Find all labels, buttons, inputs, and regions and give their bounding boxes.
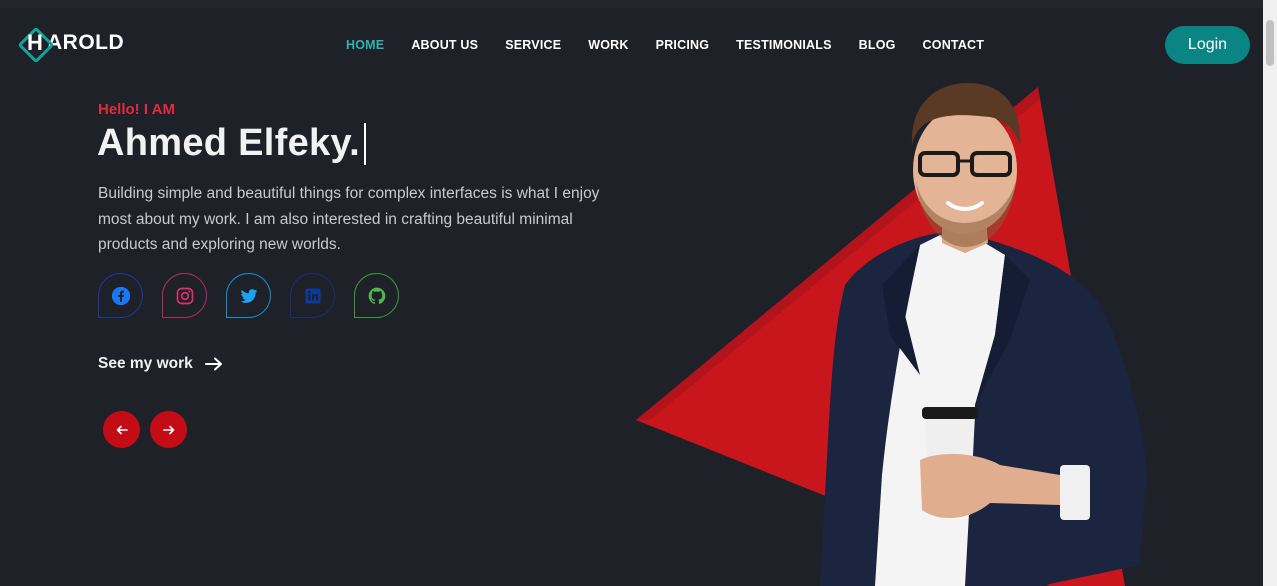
next-slide-button[interactable]: [150, 411, 187, 448]
nav-home[interactable]: HOME: [332, 38, 397, 52]
main-nav: HOME ABOUT US SERVICE WORK PRICING TESTI…: [332, 38, 997, 52]
social-github[interactable]: [354, 273, 399, 318]
arrow-right-small-icon: [162, 425, 174, 434]
linkedin-icon: [305, 288, 320, 303]
github-icon: [368, 287, 385, 304]
nav-pricing[interactable]: PRICING: [642, 38, 723, 52]
hero-name: Ahmed Elfeky.: [97, 122, 360, 164]
brand-logo[interactable]: H AROLD: [17, 26, 125, 64]
social-facebook[interactable]: [98, 273, 143, 318]
nav-service[interactable]: SERVICE: [491, 38, 574, 52]
see-my-work-link[interactable]: See my work: [98, 355, 223, 373]
social-instagram[interactable]: [162, 273, 207, 318]
twitter-icon: [240, 288, 257, 303]
logo-text: AROLD: [47, 31, 125, 54]
social-twitter[interactable]: [226, 273, 271, 318]
prev-slide-button[interactable]: [103, 411, 140, 448]
nav-work[interactable]: WORK: [574, 38, 641, 52]
hero-illustration: [636, 83, 1148, 586]
hero-name-wrapper: Ahmed Elfeky.: [97, 122, 366, 165]
social-linkedin[interactable]: [290, 273, 335, 318]
nav-blog[interactable]: BLOG: [845, 38, 909, 52]
logo-mark: H: [17, 26, 55, 64]
social-links: [98, 273, 399, 318]
facebook-icon: [111, 286, 130, 305]
hero-bio: Building simple and beautiful things for…: [98, 185, 600, 253]
top-strip: [0, 0, 1277, 8]
login-button[interactable]: Login: [1165, 26, 1250, 64]
hero-greeting: Hello! I AM: [98, 101, 175, 118]
arrow-left-icon: [116, 425, 128, 434]
arrow-right-icon: [204, 357, 222, 371]
slider-controls: [103, 411, 187, 448]
instagram-icon: [176, 287, 193, 304]
see-my-work-label: See my work: [98, 355, 193, 372]
page-scrollbar[interactable]: [1263, 0, 1277, 586]
nav-about-us[interactable]: ABOUT US: [397, 38, 491, 52]
nav-contact[interactable]: CONTACT: [909, 38, 998, 52]
scrollbar-thumb[interactable]: [1266, 20, 1274, 66]
logo-letter: H: [27, 30, 43, 55]
hero-portrait-visual: [620, 75, 1260, 586]
nav-testimonials[interactable]: TESTIMONIALS: [722, 38, 844, 52]
typing-caret: [363, 122, 366, 165]
